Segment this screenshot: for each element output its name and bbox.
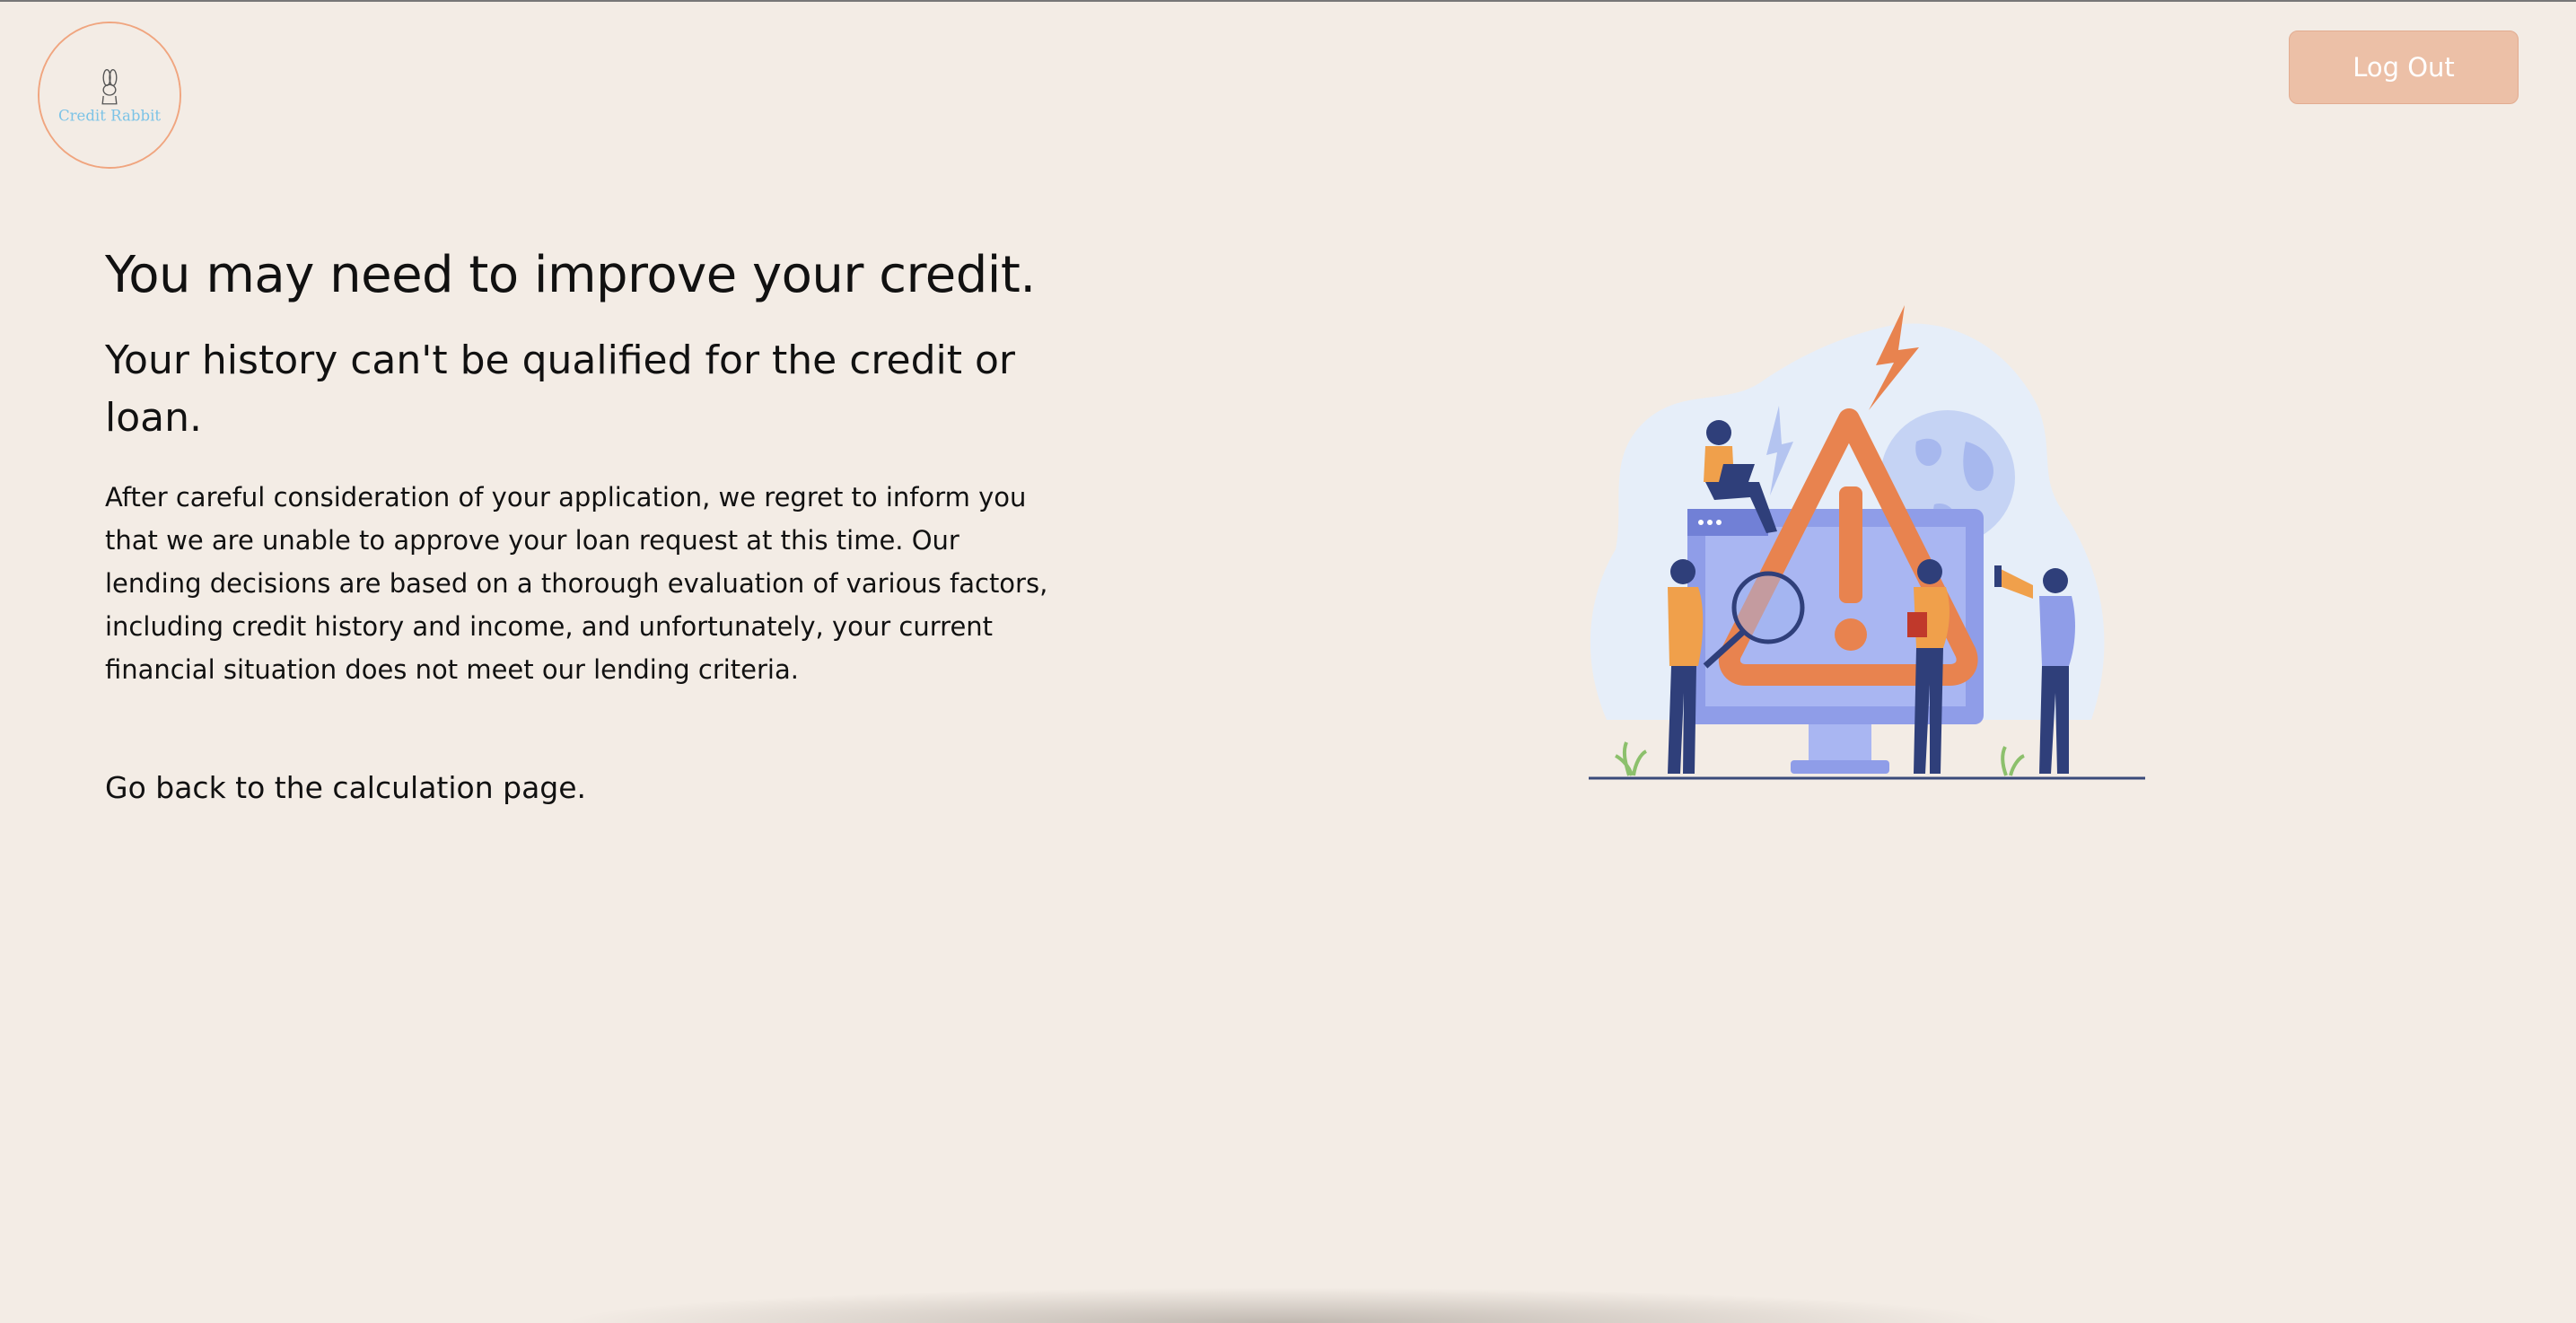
rejection-message: After careful consideration of your appl… — [105, 482, 1048, 685]
credit-warning-illustration — [1589, 305, 2145, 780]
back-to-calculation-link[interactable]: Go back to the calculation page. — [105, 768, 586, 808]
plant-icon — [1615, 741, 1648, 776]
plant-icon — [2001, 746, 2025, 776]
page-subtitle: Your history can't be qualified for the … — [105, 337, 1015, 441]
bottom-shadow — [556, 1287, 2011, 1323]
laptop-icon — [1719, 464, 1755, 482]
logout-button[interactable]: Log Out — [2289, 31, 2519, 104]
rabbit-logo-icon: Credit Rabbit — [39, 23, 180, 167]
main-content: You may need to improve your credit. You… — [105, 244, 1074, 808]
logo-text: Credit Rabbit — [58, 107, 161, 124]
brand-logo[interactable]: Credit Rabbit — [38, 22, 181, 169]
warning-illustration — [1580, 298, 2154, 783]
page-title: You may need to improve your credit. — [105, 246, 1036, 304]
